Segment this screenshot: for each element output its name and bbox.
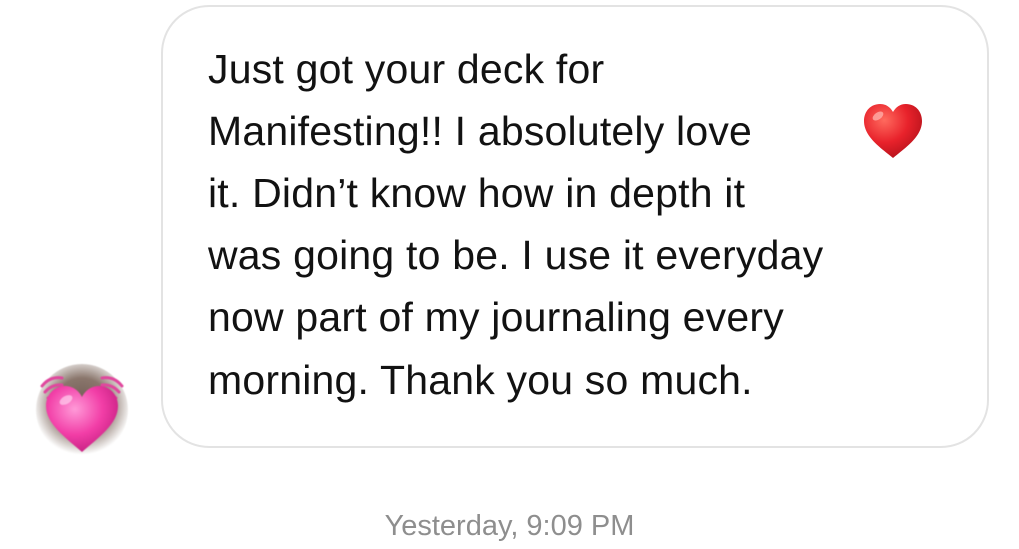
message-line-2: Manifesting!! I absolutely love <box>208 108 753 154</box>
message-line-1: Just got your deck for <box>208 46 605 92</box>
red-heart-icon <box>864 104 922 158</box>
message-line-6: morning. Thank you so much. <box>208 357 753 403</box>
message-line-4: was going to be. I use it everyday <box>208 232 824 278</box>
message-timestamp: Yesterday, 9:09 PM <box>384 510 635 542</box>
message-line-3: it. Didn’t know how in depth it <box>208 170 746 216</box>
sender-avatar[interactable] <box>36 364 128 456</box>
message-line-5: now part of my journaling every <box>208 294 784 340</box>
beating-heart-icon <box>40 376 124 452</box>
